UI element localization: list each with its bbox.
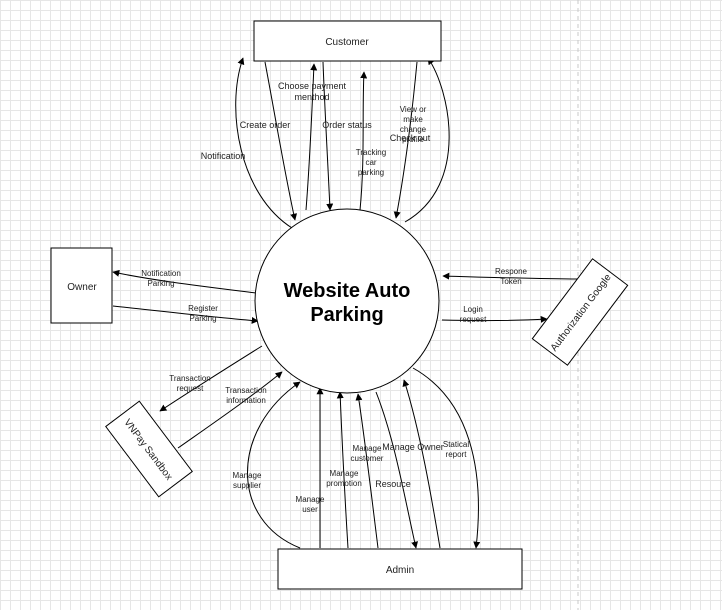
- flow-label-manage-supplier: Manage supplier: [233, 471, 262, 490]
- flow-label-choose-payment: Choose payment menthod: [278, 81, 347, 102]
- edge-tracking: [359, 71, 368, 211]
- edge-resource: [375, 391, 419, 549]
- flow-label-register-parking: Register Parking: [188, 304, 218, 323]
- flow-label-view-profile: View or make change profile: [400, 105, 427, 144]
- flow-label-owner-notification: Notification Parking: [141, 269, 181, 288]
- flow-label-order-status: Order status: [322, 120, 372, 130]
- flow-label-manage-customer: Manage customer: [351, 444, 384, 463]
- flow-label-manage-promotion: Manage promotion: [326, 469, 362, 488]
- flow-label-transaction-information: Transaction information: [225, 386, 267, 405]
- flow-label-create-order: Create order: [240, 120, 291, 130]
- edge-register-parking: [112, 305, 259, 324]
- edge-manage-owner: [402, 379, 441, 549]
- flow-label-notification: Notification: [201, 151, 246, 161]
- flow-label-transaction-request: Transaction request: [169, 374, 211, 393]
- flow-label-login-request: Login request: [460, 305, 487, 324]
- admin-label: Admin: [386, 565, 414, 576]
- edge-manage-customer: [355, 393, 379, 549]
- flow-label-manage-owner: Manage Owner: [382, 442, 444, 452]
- edge-manage-supplier: [247, 381, 301, 549]
- central-process-title-line1: Website Auto: [284, 280, 411, 302]
- central-process-title-line2: Parking: [310, 304, 383, 326]
- flow-label-manage-user: Manage user: [296, 495, 325, 514]
- flow-label-tracking: Tracking car parking: [356, 148, 386, 177]
- edge-login-request: [441, 315, 548, 323]
- customer-label: Customer: [325, 37, 369, 48]
- flow-label-resource: Resouce: [375, 479, 411, 489]
- vnpay-entity: VNPay Sandbox: [105, 400, 193, 498]
- flow-label-response-token: Respone Token: [495, 267, 528, 286]
- google-entity: Authorization Google: [531, 258, 629, 366]
- edge-owner-notification: [112, 269, 257, 294]
- owner-label: Owner: [67, 282, 97, 293]
- flow-label-statical-report: Statical report: [443, 440, 469, 459]
- context-diagram: Customer Owner Authorization Google VNPa…: [50, 0, 629, 610]
